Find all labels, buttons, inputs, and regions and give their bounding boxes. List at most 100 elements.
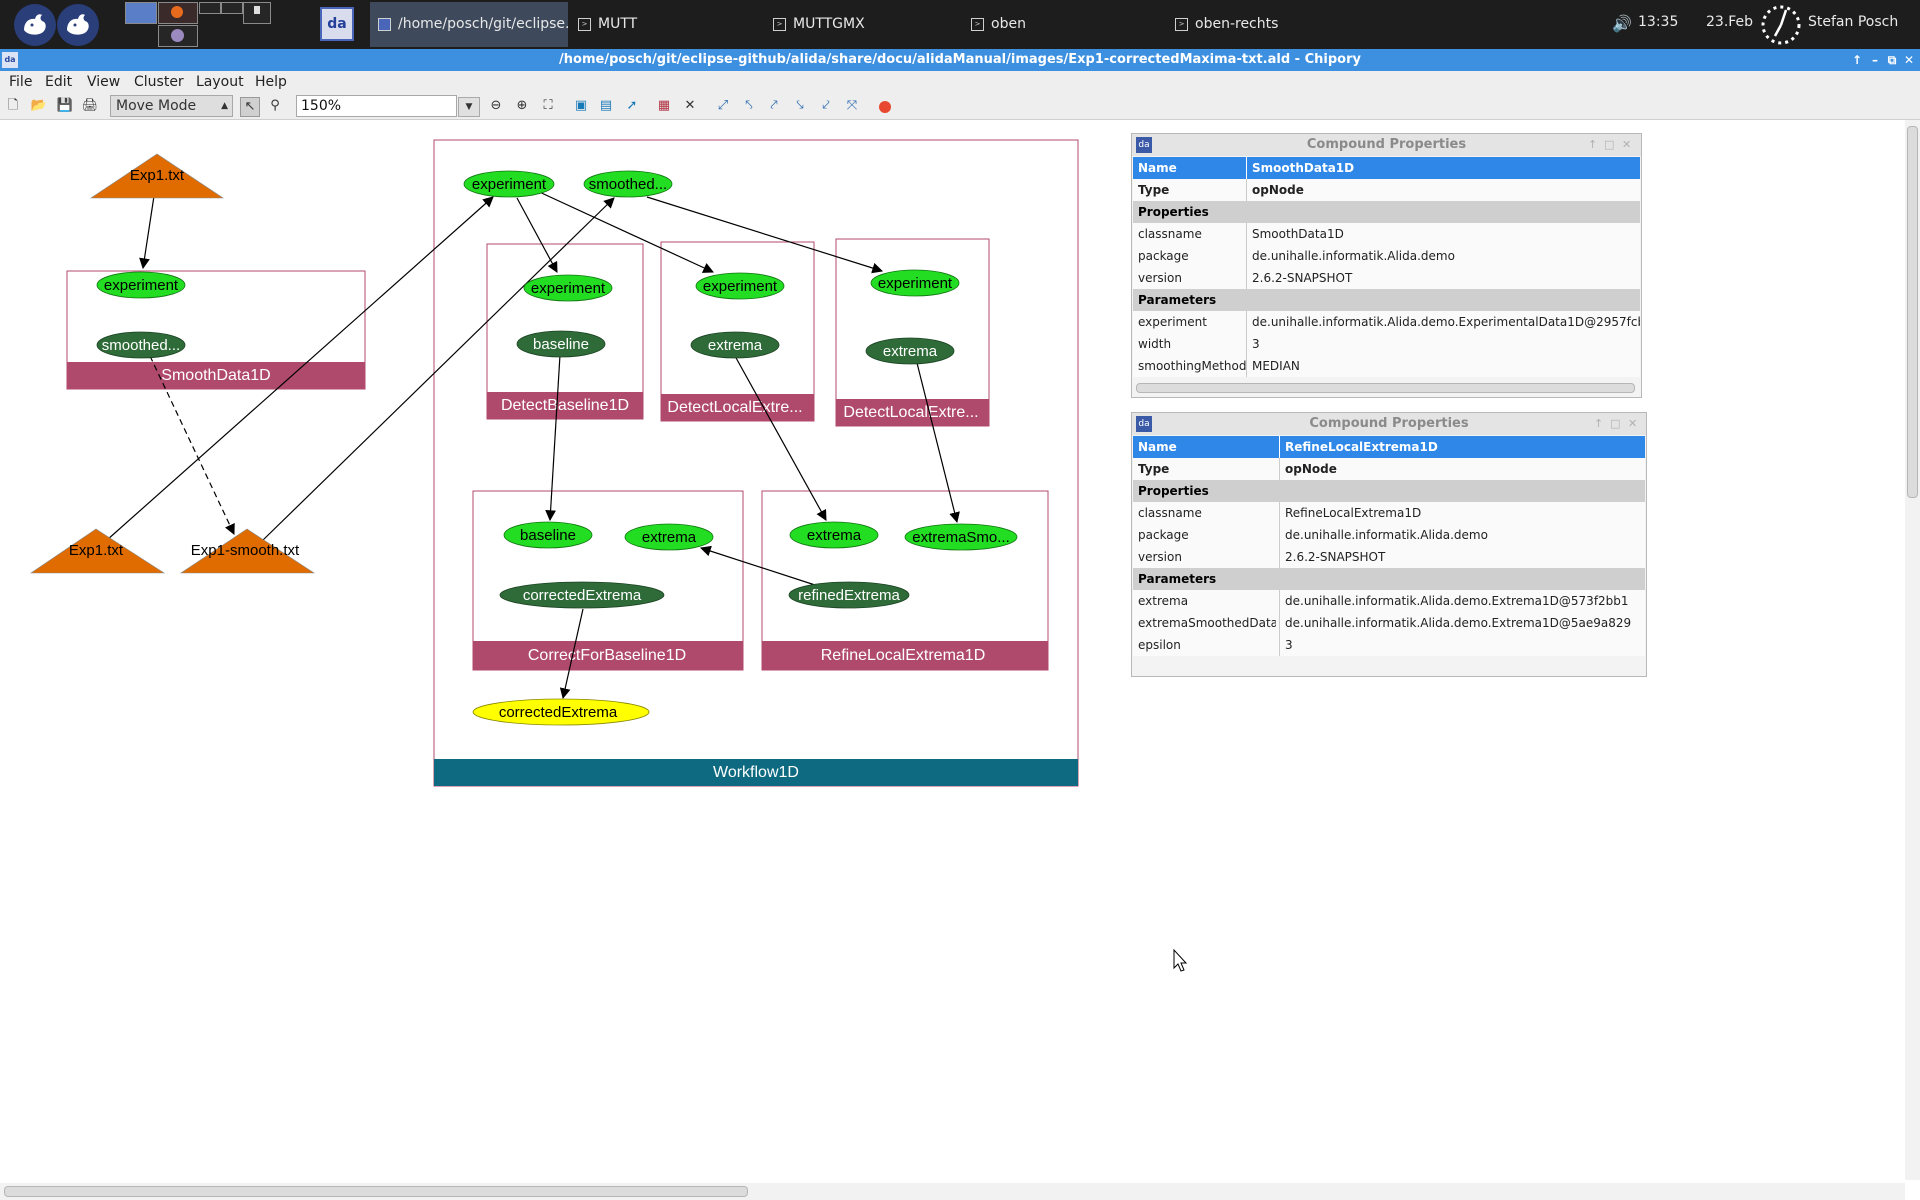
port-workflow-experiment[interactable]: experiment [463, 170, 555, 198]
panel-title[interactable]: Compound Properties [1132, 134, 1641, 156]
data-node-exp1-top[interactable]: Exp1.txt [90, 153, 224, 199]
port-refine-refinedextrema[interactable]: refinedExtrema [788, 581, 910, 609]
task-mutt[interactable]: > MUTT [570, 2, 770, 47]
param-row[interactable]: extremaSmoothedData de.unihalle.informat… [1133, 612, 1645, 634]
layout-2-icon[interactable]: ⤣ [740, 97, 758, 115]
record-icon[interactable] [879, 101, 891, 113]
menu-file[interactable]: File [9, 71, 32, 93]
volume-icon[interactable]: 🔊 [1612, 14, 1632, 33]
operator-detectlocalextrema-2[interactable]: DetectLocalExtre... [835, 238, 990, 427]
port-correct-baseline[interactable]: baseline [503, 521, 593, 549]
layout-1-icon[interactable]: ⤢ [714, 97, 732, 115]
prop-row[interactable]: classname RefineLocalExtrema1D [1133, 502, 1645, 524]
prop-row[interactable]: version 2.6.2-SNAPSHOT [1133, 267, 1640, 289]
port-smooth-smoothed[interactable]: smoothed... [96, 331, 186, 359]
panel-maximize-icon[interactable]: □ [1604, 134, 1614, 156]
port-detectlocal2-experiment[interactable]: experiment [870, 269, 960, 297]
vertical-scrollbar[interactable] [1905, 120, 1920, 1180]
section-properties[interactable]: Properties [1133, 480, 1645, 502]
open-folder-icon[interactable]: 📂 [30, 97, 48, 115]
save-icon[interactable]: 💾 [56, 97, 74, 115]
window-titlebar[interactable]: da /home/posch/git/eclipse-github/alida/… [0, 49, 1920, 71]
pointer-tool-icon[interactable]: ↖ [240, 97, 260, 117]
panel-horizontal-scrollbar[interactable] [1136, 383, 1635, 393]
prop-row[interactable]: package de.unihalle.informatik.Alida.dem… [1133, 524, 1645, 546]
port-detectlocal1-extrema[interactable]: extrema [690, 331, 780, 359]
port-detectlocal2-extrema[interactable]: extrema [865, 337, 955, 365]
port-detectlocal1-experiment[interactable]: experiment [695, 272, 785, 300]
prop-row[interactable]: classname SmoothData1D [1133, 223, 1640, 245]
workspace-4[interactable] [221, 2, 243, 14]
workspace-1[interactable] [125, 2, 157, 24]
user-name[interactable]: Stefan Posch [1808, 0, 1898, 45]
zoom-fit-icon[interactable]: ⛶ [539, 97, 557, 115]
edge-tool-icon[interactable]: ➚ [623, 97, 641, 115]
port-detectbaseline-baseline[interactable]: baseline [516, 330, 606, 358]
layout-4-icon[interactable]: ⤥ [791, 97, 809, 115]
prop-row-type[interactable]: Type opNode [1133, 458, 1645, 480]
zoom-dropdown-icon[interactable]: ▼ [458, 97, 480, 117]
param-row[interactable]: smoothingMethod MEDIAN [1133, 355, 1640, 377]
horizontal-scrollbar[interactable] [0, 1183, 1905, 1200]
workspace-6[interactable] [158, 25, 198, 47]
prop-row-name[interactable]: Name RefineLocalExtrema1D [1133, 436, 1645, 458]
vertical-scrollbar-thumb[interactable] [1907, 126, 1918, 498]
task-muttgmx[interactable]: > MUTTGMX [765, 2, 965, 47]
magnifier-tool-icon[interactable]: ⚲ [266, 97, 284, 115]
panel-maximize-icon[interactable]: □ [1610, 413, 1620, 435]
task-oben-rechts[interactable]: > oben-rechts [1167, 2, 1367, 47]
chipory-launcher-icon[interactable]: da [320, 7, 354, 41]
new-file-icon[interactable]: 🗋 [4, 97, 22, 115]
panel-title[interactable]: Compound Properties [1132, 413, 1646, 435]
param-row[interactable]: epsilon 3 [1133, 634, 1645, 656]
edge[interactable] [139, 195, 155, 270]
ungroup-icon[interactable]: ▤ [597, 97, 615, 115]
param-row[interactable]: experiment de.unihalle.informatik.Alida.… [1133, 311, 1640, 333]
port-workflow-smoothed[interactable]: smoothed... [583, 170, 673, 198]
zoom-combo[interactable]: 150% [296, 95, 457, 117]
maximize-icon[interactable]: ⧉ [1883, 49, 1901, 71]
menu-layout[interactable]: Layout [196, 71, 244, 93]
task-chipory[interactable]: /home/posch/git/eclipse... [370, 2, 568, 47]
print-icon[interactable]: 🖨 [81, 97, 99, 115]
port-smooth-experiment[interactable]: experiment [96, 271, 186, 299]
clock-date[interactable]: 23.Feb [1706, 0, 1753, 45]
param-row[interactable]: width 3 [1133, 333, 1640, 355]
prop-row[interactable]: version 2.6.2-SNAPSHOT [1133, 546, 1645, 568]
group-icon[interactable]: ▣ [572, 97, 590, 115]
menu-edit[interactable]: Edit [45, 71, 72, 93]
section-parameters[interactable]: Parameters [1133, 568, 1645, 590]
minimize-icon[interactable]: – [1866, 49, 1884, 71]
port-refine-extrema[interactable]: extrema [789, 521, 879, 549]
workspace-2[interactable] [158, 2, 198, 24]
workspace-3[interactable] [199, 2, 221, 14]
clock-time[interactable]: 13:35 [1638, 0, 1678, 45]
menu-view[interactable]: View [87, 71, 120, 93]
operator-detectlocalextrema-1[interactable]: DetectLocalExtre... [660, 241, 815, 422]
layout-6-icon[interactable]: ⤧ [843, 97, 861, 115]
port-detectbaseline-experiment[interactable]: experiment [523, 274, 613, 302]
port-refine-extremasmoothed[interactable]: extremaSmo... [904, 523, 1018, 551]
panel-close-icon[interactable]: ✕ [1622, 134, 1631, 156]
workflow-output-correctedextrema[interactable]: correctedExtrema [472, 698, 650, 726]
task-oben[interactable]: > oben [963, 2, 1163, 47]
panel-close-icon[interactable]: ✕ [1628, 413, 1637, 435]
menu-help[interactable]: Help [255, 71, 287, 93]
mode-select[interactable]: Move Mode ▲ [110, 95, 233, 117]
panel-pin-icon[interactable]: ↑ [1588, 134, 1597, 156]
horizontal-scrollbar-thumb[interactable] [4, 1186, 748, 1197]
zoom-in-icon[interactable]: ⊕ [513, 97, 531, 115]
app-menu-button[interactable] [14, 4, 56, 46]
workspace-5[interactable] [243, 2, 271, 24]
param-row[interactable]: extrema de.unihalle.informatik.Alida.dem… [1133, 590, 1645, 612]
menu-cluster[interactable]: Cluster [134, 71, 184, 93]
panel-pin-icon[interactable]: ↑ [1594, 413, 1603, 435]
port-correct-correctedextrema[interactable]: correctedExtrema [499, 581, 665, 609]
prop-row-name[interactable]: Name SmoothData1D [1133, 157, 1640, 179]
section-parameters[interactable]: Parameters [1133, 289, 1640, 311]
workflow-node[interactable]: Workflow1D [433, 139, 1079, 787]
data-node-exp1-bottom[interactable]: Exp1.txt [30, 528, 166, 574]
section-properties[interactable]: Properties [1133, 201, 1640, 223]
prop-row[interactable]: package de.unihalle.informatik.Alida.dem… [1133, 245, 1640, 267]
data-node-exp1-smooth[interactable]: Exp1-smooth.txt [180, 528, 316, 574]
